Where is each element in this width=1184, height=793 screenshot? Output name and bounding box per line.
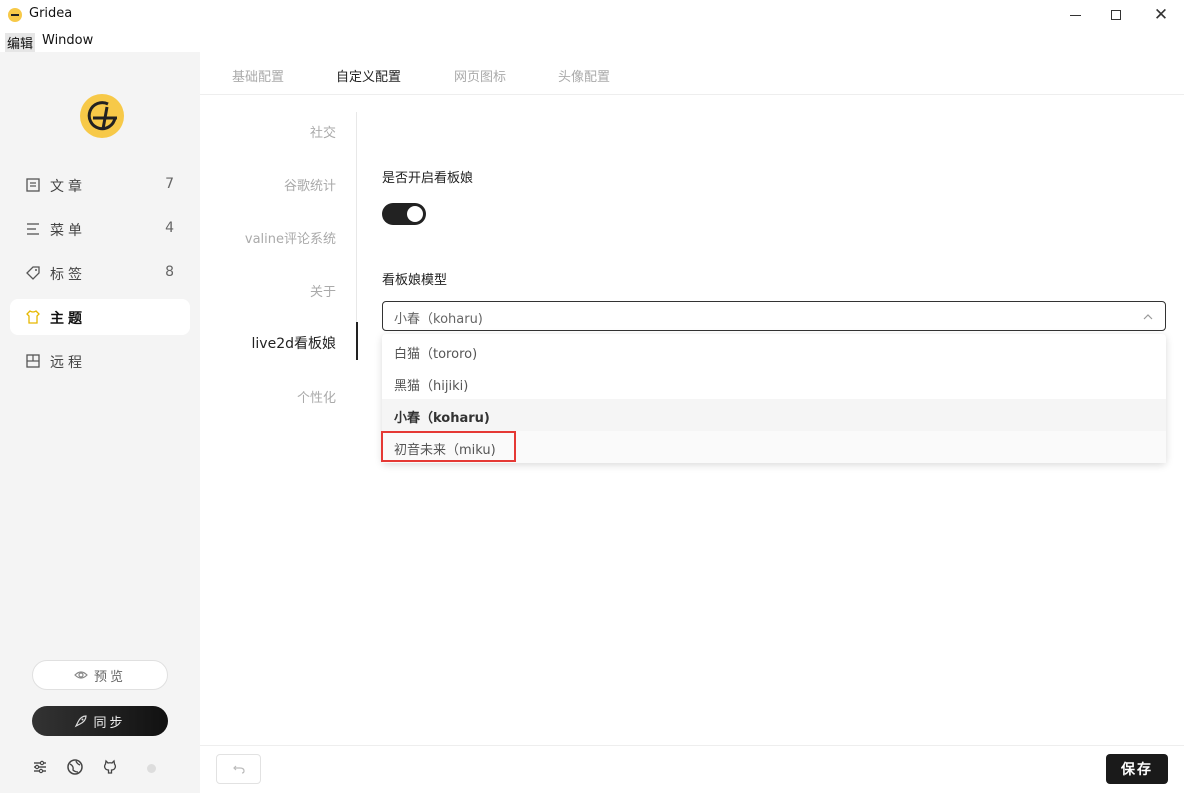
model-option-tororo[interactable]: 白猫（tororo) (382, 335, 1166, 367)
menu-icon (27, 223, 39, 235)
sidebar-item-menu[interactable]: 菜单 4 (10, 211, 190, 247)
tag-icon (26, 266, 40, 280)
sidebar-item-label: 远程 (50, 355, 86, 371)
custom-config-subnav: 社交 谷歌统计 valine评论系统 关于 live2d看板娘 个性化 (200, 95, 358, 455)
tab-custom[interactable]: 自定义配置 (336, 66, 401, 85)
live2d-toggle-label: 是否开启看板娘 (382, 171, 474, 186)
sidebar-item-label: 主题 (50, 311, 86, 327)
option-label: 白猫（tororo) (394, 347, 478, 362)
sidebar-item-label: 菜单 (50, 223, 86, 239)
sidebar-item-articles[interactable]: 文章 7 (10, 167, 190, 203)
option-label: 小春（koharu) (394, 411, 490, 426)
gridea-logo-icon (80, 94, 124, 138)
remote-icon (26, 354, 40, 368)
model-option-koharu[interactable]: 小春（koharu) (382, 399, 1166, 431)
article-icon (26, 178, 40, 192)
tab-avatar[interactable]: 头像配置 (558, 66, 610, 85)
subnav-personalize[interactable]: 个性化 (297, 387, 336, 406)
subnav-google-analytics[interactable]: 谷歌统计 (284, 175, 336, 194)
menu-bar: 编辑 Window (0, 31, 1184, 52)
menu-edit[interactable]: 编辑 (5, 33, 36, 52)
sidebar: 文章 7 菜单 4 标签 8 主题 远程 预览 同步 (0, 52, 200, 793)
subnav-live2d[interactable]: live2d看板娘 (252, 333, 336, 353)
model-select[interactable]: 小春（koharu) (382, 301, 1166, 331)
sidebar-item-count: 4 (165, 220, 174, 236)
sidebar-item-label: 标签 (50, 267, 86, 283)
app-logo-icon (8, 8, 22, 22)
github-icon[interactable] (101, 758, 119, 776)
reset-button[interactable] (216, 754, 261, 784)
eye-icon (74, 671, 88, 679)
subnav-active-indicator (356, 322, 358, 360)
maximize-button[interactable] (1104, 4, 1128, 26)
annotation-highlight-box (381, 431, 516, 462)
menu-window[interactable]: Window (40, 33, 95, 48)
live2d-toggle[interactable] (382, 203, 426, 225)
globe-icon[interactable] (66, 758, 84, 776)
bottom-bar: 保存 (200, 745, 1184, 793)
sidebar-footer (0, 758, 200, 778)
sidebar-item-label: 文章 (50, 179, 86, 195)
model-label: 看板娘模型 (382, 273, 448, 288)
settings-sliders-icon[interactable] (31, 758, 49, 776)
subnav-about[interactable]: 关于 (310, 281, 336, 300)
sidebar-item-count: 8 (165, 264, 174, 280)
sidebar-item-count: 7 (165, 176, 174, 192)
close-button[interactable]: ✕ (1149, 4, 1173, 26)
rocket-icon (75, 714, 88, 727)
status-dot (147, 764, 156, 773)
preview-button[interactable]: 预览 (32, 660, 168, 690)
sync-button[interactable]: 同步 (32, 706, 168, 736)
sidebar-item-remote[interactable]: 远程 (10, 343, 190, 379)
tab-basic[interactable]: 基础配置 (232, 66, 284, 85)
chevron-up-icon (1143, 314, 1153, 320)
save-button[interactable]: 保存 (1106, 754, 1168, 784)
title-bar: Gridea ✕ (0, 0, 1184, 31)
minimize-icon (1069, 14, 1081, 16)
subnav-social[interactable]: 社交 (310, 122, 336, 141)
settings-tabs: 基础配置 自定义配置 网页图标 头像配置 (200, 52, 1184, 95)
tab-favicon[interactable]: 网页图标 (454, 66, 506, 85)
minimize-button[interactable] (1063, 4, 1087, 26)
subnav-valine[interactable]: valine评论系统 (245, 228, 336, 247)
theme-icon (26, 310, 40, 324)
preview-label: 预览 (93, 669, 126, 685)
option-label: 黑猫（hijiki) (394, 379, 469, 394)
maximize-icon (1111, 10, 1121, 20)
toggle-knob (407, 206, 423, 222)
close-icon: ✕ (1153, 5, 1169, 25)
undo-icon (232, 765, 245, 774)
sidebar-item-theme[interactable]: 主题 (10, 299, 190, 335)
window-title: Gridea (29, 6, 73, 21)
model-select-value: 小春（koharu) (394, 312, 483, 327)
sidebar-item-tags[interactable]: 标签 8 (10, 255, 190, 291)
model-option-hijiki[interactable]: 黑猫（hijiki) (382, 367, 1166, 399)
sync-label: 同步 (93, 715, 126, 731)
